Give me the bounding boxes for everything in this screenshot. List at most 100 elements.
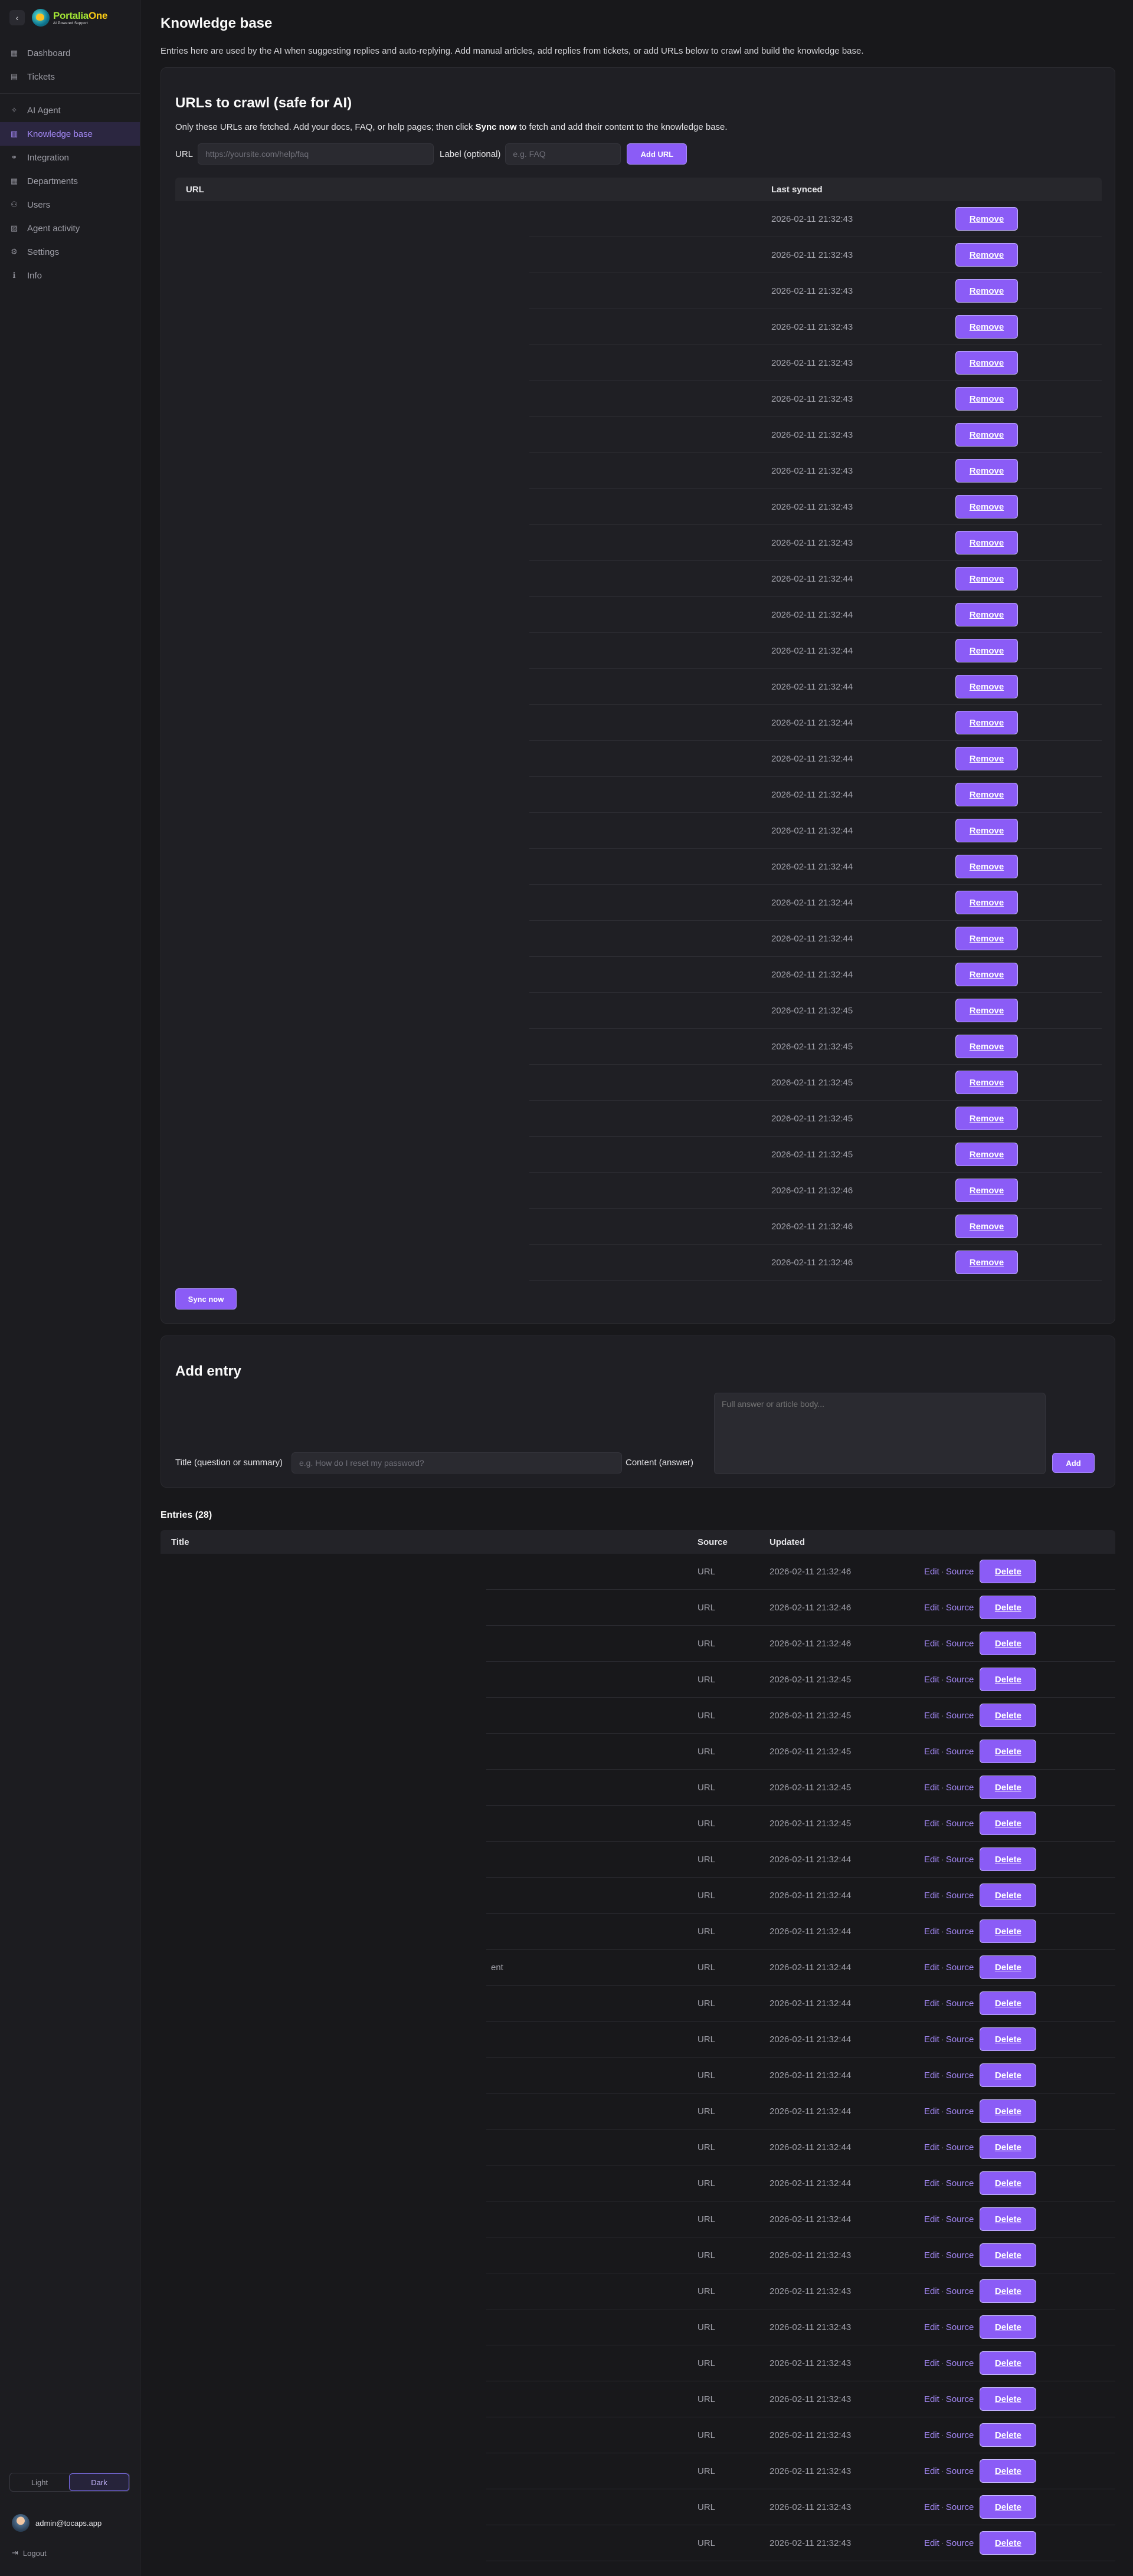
sidebar-item-integration[interactable]: ⚭ Integration	[0, 146, 140, 169]
sidebar-item-dashboard[interactable]: ▦ Dashboard	[0, 41, 140, 65]
theme-light-option[interactable]: Light	[10, 2473, 69, 2491]
remove-url-button[interactable]: Remove	[955, 1251, 1018, 1274]
remove-url-button[interactable]: Remove	[955, 927, 1018, 950]
source-link-label[interactable]: Source	[946, 1675, 974, 1685]
source-link-label[interactable]: Source	[946, 1855, 974, 1865]
remove-url-button[interactable]: Remove	[955, 963, 1018, 986]
source-link-label[interactable]: Source	[946, 2070, 974, 2081]
source-link-label[interactable]: Source	[946, 2358, 974, 2368]
delete-entry-button[interactable]: Delete	[980, 1776, 1037, 1799]
url-input[interactable]	[198, 143, 434, 165]
delete-entry-button[interactable]: Delete	[980, 1596, 1037, 1619]
sidebar-item-knowledge-base[interactable]: ▥ Knowledge base	[0, 122, 140, 146]
source-link-label[interactable]: Source	[946, 2538, 974, 2548]
source-link-label[interactable]: Source	[946, 2178, 974, 2188]
edit-link[interactable]: Edit · Source	[924, 1567, 974, 1577]
remove-url-button[interactable]: Remove	[955, 423, 1018, 447]
theme-dark-option[interactable]: Dark	[69, 2473, 129, 2491]
remove-url-button[interactable]: Remove	[955, 531, 1018, 554]
edit-link[interactable]: Edit · Source	[924, 2250, 974, 2260]
delete-entry-button[interactable]: Delete	[980, 2531, 1037, 2555]
edit-link[interactable]: Edit · Source	[924, 1891, 974, 1901]
delete-entry-button[interactable]: Delete	[980, 1668, 1037, 1691]
source-link-label[interactable]: Source	[946, 2214, 974, 2224]
delete-entry-button[interactable]: Delete	[980, 2315, 1037, 2339]
remove-url-button[interactable]: Remove	[955, 999, 1018, 1022]
delete-entry-button[interactable]: Delete	[980, 2171, 1037, 2195]
delete-entry-button[interactable]: Delete	[980, 2099, 1037, 2123]
edit-link[interactable]: Edit · Source	[924, 2538, 974, 2548]
edit-link[interactable]: Edit · Source	[924, 2394, 974, 2404]
delete-entry-button[interactable]: Delete	[980, 1955, 1037, 1979]
source-link-label[interactable]: Source	[946, 1567, 974, 1577]
remove-url-button[interactable]: Remove	[955, 495, 1018, 519]
source-link-label[interactable]: Source	[946, 1783, 974, 1793]
edit-link[interactable]: Edit · Source	[924, 2034, 974, 2045]
source-link-label[interactable]: Source	[946, 1639, 974, 1649]
source-link-label[interactable]: Source	[946, 2106, 974, 2116]
back-button[interactable]: ‹	[9, 10, 25, 25]
remove-url-button[interactable]: Remove	[955, 207, 1018, 231]
edit-link[interactable]: Edit · Source	[924, 1855, 974, 1865]
remove-url-button[interactable]: Remove	[955, 747, 1018, 770]
remove-url-button[interactable]: Remove	[955, 1071, 1018, 1094]
source-link-label[interactable]: Source	[946, 1891, 974, 1901]
remove-url-button[interactable]: Remove	[955, 603, 1018, 626]
sidebar-item-settings[interactable]: ⚙ Settings	[0, 240, 140, 264]
remove-url-button[interactable]: Remove	[955, 1179, 1018, 1202]
remove-url-button[interactable]: Remove	[955, 711, 1018, 734]
delete-entry-button[interactable]: Delete	[980, 1991, 1037, 2015]
delete-entry-button[interactable]: Delete	[980, 1704, 1037, 1727]
source-link-label[interactable]: Source	[946, 2034, 974, 2045]
remove-url-button[interactable]: Remove	[955, 279, 1018, 303]
source-link-label[interactable]: Source	[946, 2430, 974, 2440]
delete-entry-button[interactable]: Delete	[980, 2207, 1037, 2231]
delete-entry-button[interactable]: Delete	[980, 2063, 1037, 2087]
remove-url-button[interactable]: Remove	[955, 1107, 1018, 1130]
edit-link[interactable]: Edit · Source	[924, 2214, 974, 2224]
sidebar-item-ai-agent[interactable]: ✧ AI Agent	[0, 99, 140, 122]
remove-url-button[interactable]: Remove	[955, 387, 1018, 411]
source-link-label[interactable]: Source	[946, 1999, 974, 2009]
edit-link[interactable]: Edit · Source	[924, 1999, 974, 2009]
remove-url-button[interactable]: Remove	[955, 1215, 1018, 1238]
remove-url-button[interactable]: Remove	[955, 1035, 1018, 1058]
delete-entry-button[interactable]: Delete	[980, 1632, 1037, 1655]
remove-url-button[interactable]: Remove	[955, 315, 1018, 339]
delete-entry-button[interactable]: Delete	[980, 2387, 1037, 2411]
edit-link[interactable]: Edit · Source	[924, 1639, 974, 1649]
sidebar-item-agent-activity[interactable]: ▨ Agent activity	[0, 216, 140, 240]
delete-entry-button[interactable]: Delete	[980, 2459, 1037, 2483]
delete-entry-button[interactable]: Delete	[980, 1560, 1037, 1583]
edit-link[interactable]: Edit · Source	[924, 2430, 974, 2440]
source-link-label[interactable]: Source	[946, 2250, 974, 2260]
edit-link[interactable]: Edit · Source	[924, 2358, 974, 2368]
remove-url-button[interactable]: Remove	[955, 243, 1018, 267]
edit-link[interactable]: Edit · Source	[924, 1963, 974, 1973]
source-link-label[interactable]: Source	[946, 2466, 974, 2476]
edit-link[interactable]: Edit · Source	[924, 1747, 974, 1757]
source-link-label[interactable]: Source	[946, 2142, 974, 2152]
edit-link[interactable]: Edit · Source	[924, 1927, 974, 1937]
delete-entry-button[interactable]: Delete	[980, 2351, 1037, 2375]
remove-url-button[interactable]: Remove	[955, 675, 1018, 698]
remove-url-button[interactable]: Remove	[955, 783, 1018, 806]
source-link-label[interactable]: Source	[946, 2322, 974, 2332]
delete-entry-button[interactable]: Delete	[980, 2279, 1037, 2303]
add-entry-button[interactable]: Add	[1052, 1453, 1095, 1473]
edit-link[interactable]: Edit · Source	[924, 2502, 974, 2512]
edit-link[interactable]: Edit · Source	[924, 1603, 974, 1613]
source-link-label[interactable]: Source	[946, 2502, 974, 2512]
remove-url-button[interactable]: Remove	[955, 351, 1018, 375]
delete-entry-button[interactable]: Delete	[980, 1919, 1037, 1943]
delete-entry-button[interactable]: Delete	[980, 2135, 1037, 2159]
source-link-label[interactable]: Source	[946, 1819, 974, 1829]
add-url-button[interactable]: Add URL	[627, 143, 687, 165]
sidebar-item-users[interactable]: ⚇ Users	[0, 193, 140, 216]
delete-entry-button[interactable]: Delete	[980, 2423, 1037, 2447]
edit-link[interactable]: Edit · Source	[924, 2322, 974, 2332]
delete-entry-button[interactable]: Delete	[980, 1812, 1037, 1835]
source-link-label[interactable]: Source	[946, 1711, 974, 1721]
remove-url-button[interactable]: Remove	[955, 891, 1018, 914]
edit-link[interactable]: Edit · Source	[924, 2466, 974, 2476]
